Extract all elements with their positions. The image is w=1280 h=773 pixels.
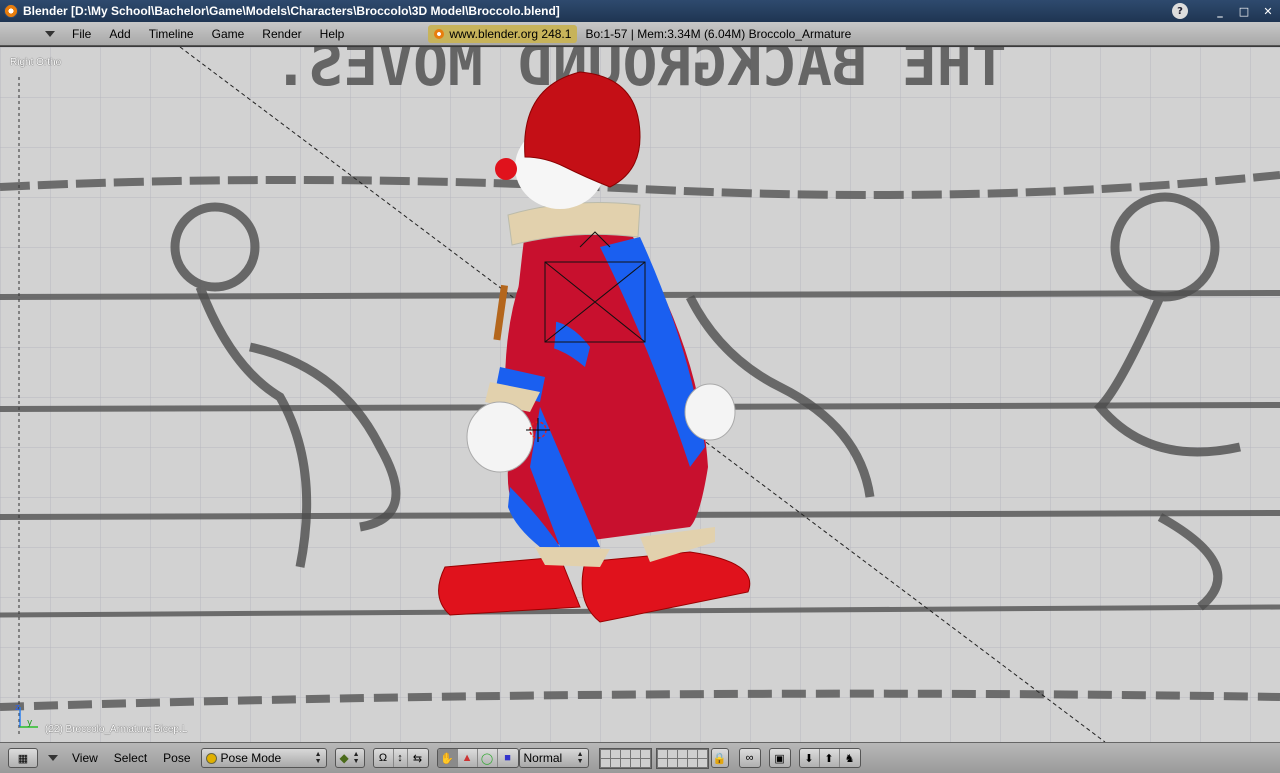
title-bar: Blender [D:\My School\Bachelor\Game\Mode… bbox=[0, 0, 1280, 22]
scene-stats: Bo:1-57 | Mem:3.34M (6.04M) Broccolo_Arm… bbox=[585, 26, 852, 41]
help-icon[interactable]: ? bbox=[1172, 3, 1188, 19]
active-object-label: (22) Broccolo_Armature Bicep.L bbox=[45, 724, 188, 735]
svg-text:y: y bbox=[27, 718, 33, 728]
grid-icon: ▦ bbox=[17, 752, 29, 765]
blender-logo-icon bbox=[434, 28, 445, 39]
clown-right-hand bbox=[684, 383, 736, 441]
pose-copy-group[interactable]: ⬇ ⬆ ♞ bbox=[798, 748, 861, 768]
scale-icon[interactable]: ■ bbox=[498, 749, 518, 767]
menu-bar: File Add Timeline Game Render Help www.b… bbox=[0, 22, 1280, 46]
hand-icon[interactable]: ✋ bbox=[437, 749, 458, 767]
menu-file[interactable]: File bbox=[63, 27, 100, 41]
snap-icon: ⇆ bbox=[412, 752, 423, 765]
menu-game[interactable]: Game bbox=[203, 27, 254, 41]
editor-type-selector[interactable]: ▦ bbox=[8, 748, 38, 768]
menu-timeline[interactable]: Timeline bbox=[140, 27, 203, 41]
transform-orientation-selector[interactable]: Normal ▲ ▼ bbox=[518, 748, 589, 768]
updown-icon: ↕ bbox=[394, 749, 408, 767]
pose-mode-icon bbox=[205, 752, 217, 764]
pivot-icon: Ω bbox=[374, 749, 394, 767]
svg-text:z: z bbox=[15, 703, 20, 713]
window-controls: ? _ □ ✕ bbox=[1172, 0, 1280, 22]
blender-site-link[interactable]: www.blender.org 248.1 bbox=[428, 24, 578, 43]
paste-pose-icon[interactable]: ⬆ bbox=[820, 749, 840, 767]
solid-shading-icon: ◆ bbox=[339, 751, 349, 765]
background-caption: THE BACKGROUND MOVES. bbox=[273, 47, 1006, 99]
updown-icon: ▲ ▼ bbox=[314, 751, 322, 765]
updown-icon: ▲ ▼ bbox=[352, 751, 360, 765]
maximize-button[interactable]: □ bbox=[1232, 0, 1256, 22]
copy-pose-icon[interactable]: ⬇ bbox=[800, 749, 820, 767]
clown-nose bbox=[495, 158, 517, 180]
mode-label: Pose Mode bbox=[220, 751, 282, 765]
view-label: Right Ortho bbox=[10, 57, 62, 68]
clown-ankle-cuff bbox=[535, 547, 610, 567]
lock-icon[interactable]: 🔒 bbox=[710, 748, 729, 768]
3d-viewport[interactable]: THE BACKGROUND MOVES. z y Right Ortho (2… bbox=[0, 47, 1280, 742]
draw-type-selector[interactable]: ◆ ▲ ▼ bbox=[334, 748, 365, 768]
layer-buttons-1[interactable] bbox=[598, 747, 652, 769]
3d-view-header: ▦ View Select Pose Pose Mode ▲ ▼ ◆ ▲ ▼ Ω ↕… bbox=[0, 742, 1280, 773]
layer-buttons-2[interactable] bbox=[655, 747, 709, 769]
updown-icon: ▲ ▼ bbox=[576, 751, 584, 765]
orientation-label: Normal bbox=[523, 751, 563, 765]
rotate-icon[interactable]: ◯ bbox=[478, 749, 498, 767]
manipulator-group[interactable]: ✋ ▲ ◯ ■ bbox=[436, 748, 519, 768]
menu-add[interactable]: Add bbox=[100, 27, 139, 41]
render-icon[interactable]: ▣ bbox=[768, 748, 791, 768]
menu-collapse-icon[interactable] bbox=[45, 30, 55, 37]
translate-icon[interactable]: ▲ bbox=[458, 749, 478, 767]
minimize-button[interactable]: _ bbox=[1208, 0, 1232, 22]
menu-select[interactable]: Select bbox=[106, 751, 155, 765]
menu-render[interactable]: Render bbox=[253, 27, 310, 41]
viewport-scene: THE BACKGROUND MOVES. z y bbox=[0, 47, 1280, 742]
menu-view[interactable]: View bbox=[64, 751, 106, 765]
menu-pose[interactable]: Pose bbox=[155, 751, 198, 765]
header-collapse-icon[interactable] bbox=[48, 755, 58, 761]
clown-left-hand bbox=[466, 401, 534, 473]
background-image-text: THE BACKGROUND MOVES. bbox=[273, 47, 1006, 99]
paste-flipped-icon[interactable]: ♞ bbox=[840, 749, 860, 767]
close-button[interactable]: ✕ bbox=[1256, 0, 1280, 22]
link-icon[interactable]: ∞ bbox=[738, 748, 761, 768]
clown-left-shoe bbox=[438, 556, 581, 616]
menu-help[interactable]: Help bbox=[311, 27, 354, 41]
window-title: Blender [D:\My School\Bachelor\Game\Mode… bbox=[23, 4, 560, 18]
site-label: www.blender.org 248.1 bbox=[449, 26, 572, 41]
blender-window: Blender [D:\My School\Bachelor\Game\Mode… bbox=[0, 0, 1280, 773]
pivot-selector[interactable]: Ω ↕ ⇆ bbox=[372, 748, 429, 768]
blender-logo-icon bbox=[4, 4, 18, 18]
mode-selector[interactable]: Pose Mode ▲ ▼ bbox=[200, 748, 327, 768]
